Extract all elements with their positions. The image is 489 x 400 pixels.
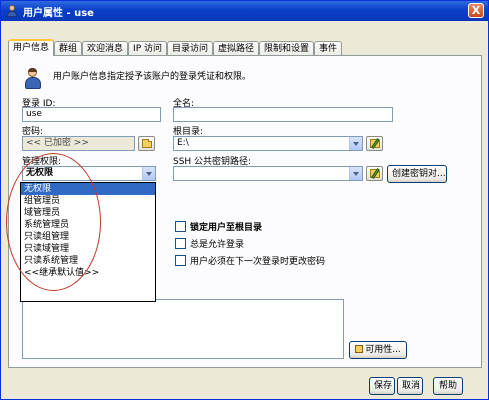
availability-button[interactable]: 可用性...	[349, 341, 407, 359]
dropdown-option[interactable]: 只读域管理	[21, 243, 155, 255]
availability-button-label: 可用性...	[365, 345, 401, 355]
window-title: 用户属性 - use	[23, 7, 94, 19]
user-icon	[5, 5, 19, 17]
admin-rights-dropdown: 无权限 组管理员 域管理员 系统管理员 只读组管理 只读域管理 只读系统管理 <…	[20, 182, 156, 302]
password-edit-button[interactable]	[138, 136, 155, 151]
full-name-field[interactable]	[173, 107, 393, 122]
always-allow-login-checkbox[interactable]: 总是允许登录	[175, 237, 244, 250]
cancel-button[interactable]: 取消	[397, 377, 423, 395]
tab-groups[interactable]: 群组	[54, 41, 83, 56]
chevron-down-icon[interactable]	[142, 167, 155, 180]
help-button[interactable]: 帮助	[433, 377, 463, 395]
ssh-key-path-combo[interactable]	[173, 166, 363, 181]
chevron-down-icon[interactable]	[349, 137, 362, 150]
tab-welcome-message[interactable]: 欢迎消息	[82, 41, 129, 56]
dropdown-option[interactable]: 只读组管理	[21, 231, 155, 243]
create-key-pair-button[interactable]: 创建密钥对...	[387, 165, 447, 183]
admin-rights-combo[interactable]: 无权限	[22, 166, 156, 181]
tab-user-info[interactable]: 用户信息	[8, 39, 55, 56]
notes-textarea[interactable]	[22, 299, 344, 359]
dropdown-option[interactable]: 系统管理员	[21, 219, 155, 231]
password-field[interactable]: << 已加密 >>	[22, 136, 135, 151]
dropdown-option[interactable]: <<继承默认值>>	[21, 267, 155, 279]
lock-to-root-checkbox[interactable]: 锁定用户至根目录	[175, 220, 262, 233]
checkbox-box[interactable]	[175, 255, 186, 266]
root-dir-browse-button[interactable]	[366, 136, 383, 151]
dropdown-option[interactable]: 域管理员	[21, 207, 155, 219]
tab-events[interactable]: 事件	[314, 41, 343, 56]
chevron-down-icon[interactable]	[349, 167, 362, 180]
tab-limits-settings[interactable]: 限制和设置	[259, 41, 315, 56]
login-id-field[interactable]: use	[22, 107, 161, 122]
root-dir-combo[interactable]: E:\	[173, 136, 363, 151]
change-password-next-login-checkbox[interactable]: 用户必须在下一次登录时更改密码	[175, 254, 325, 267]
user-avatar-icon	[24, 68, 42, 90]
checkbox-label: 锁定用户至根目录	[190, 223, 263, 233]
ssh-key-browse-button[interactable]	[366, 166, 383, 181]
checkbox-label: 用户必须在下一次登录时更改密码	[190, 257, 326, 267]
tab-ip-access[interactable]: IP 访问	[128, 41, 167, 56]
dropdown-option[interactable]: 组管理员	[21, 195, 155, 207]
close-button[interactable]: X	[468, 3, 484, 18]
description-text: 用户账户信息指定授予该账户的登录凭证和权限。	[53, 72, 252, 82]
dropdown-option[interactable]: 无权限	[21, 183, 155, 195]
calendar-icon	[355, 345, 364, 353]
user-properties-window: 用户属性 - use X 用户信息 群组 欢迎消息 IP 访问 目录访问 虚拟路…	[0, 0, 489, 400]
root-dir-value: E:\	[177, 138, 189, 148]
tab-strip: 用户信息 群组 欢迎消息 IP 访问 目录访问 虚拟路径 限制和设置 事件	[8, 39, 343, 56]
checkbox-label: 总是允许登录	[190, 240, 245, 250]
dropdown-option[interactable]: 只读系统管理	[21, 255, 155, 267]
admin-rights-value: 无权限	[26, 168, 54, 178]
tab-directory-access[interactable]: 目录访问	[167, 41, 214, 56]
save-button[interactable]: 保存	[369, 377, 395, 395]
tab-virtual-paths[interactable]: 虚拟路径	[213, 41, 260, 56]
checkbox-box[interactable]	[175, 221, 186, 232]
title-bar[interactable]: 用户属性 - use X	[1, 1, 488, 21]
folder-icon	[142, 139, 152, 148]
checkbox-box[interactable]	[175, 238, 186, 249]
